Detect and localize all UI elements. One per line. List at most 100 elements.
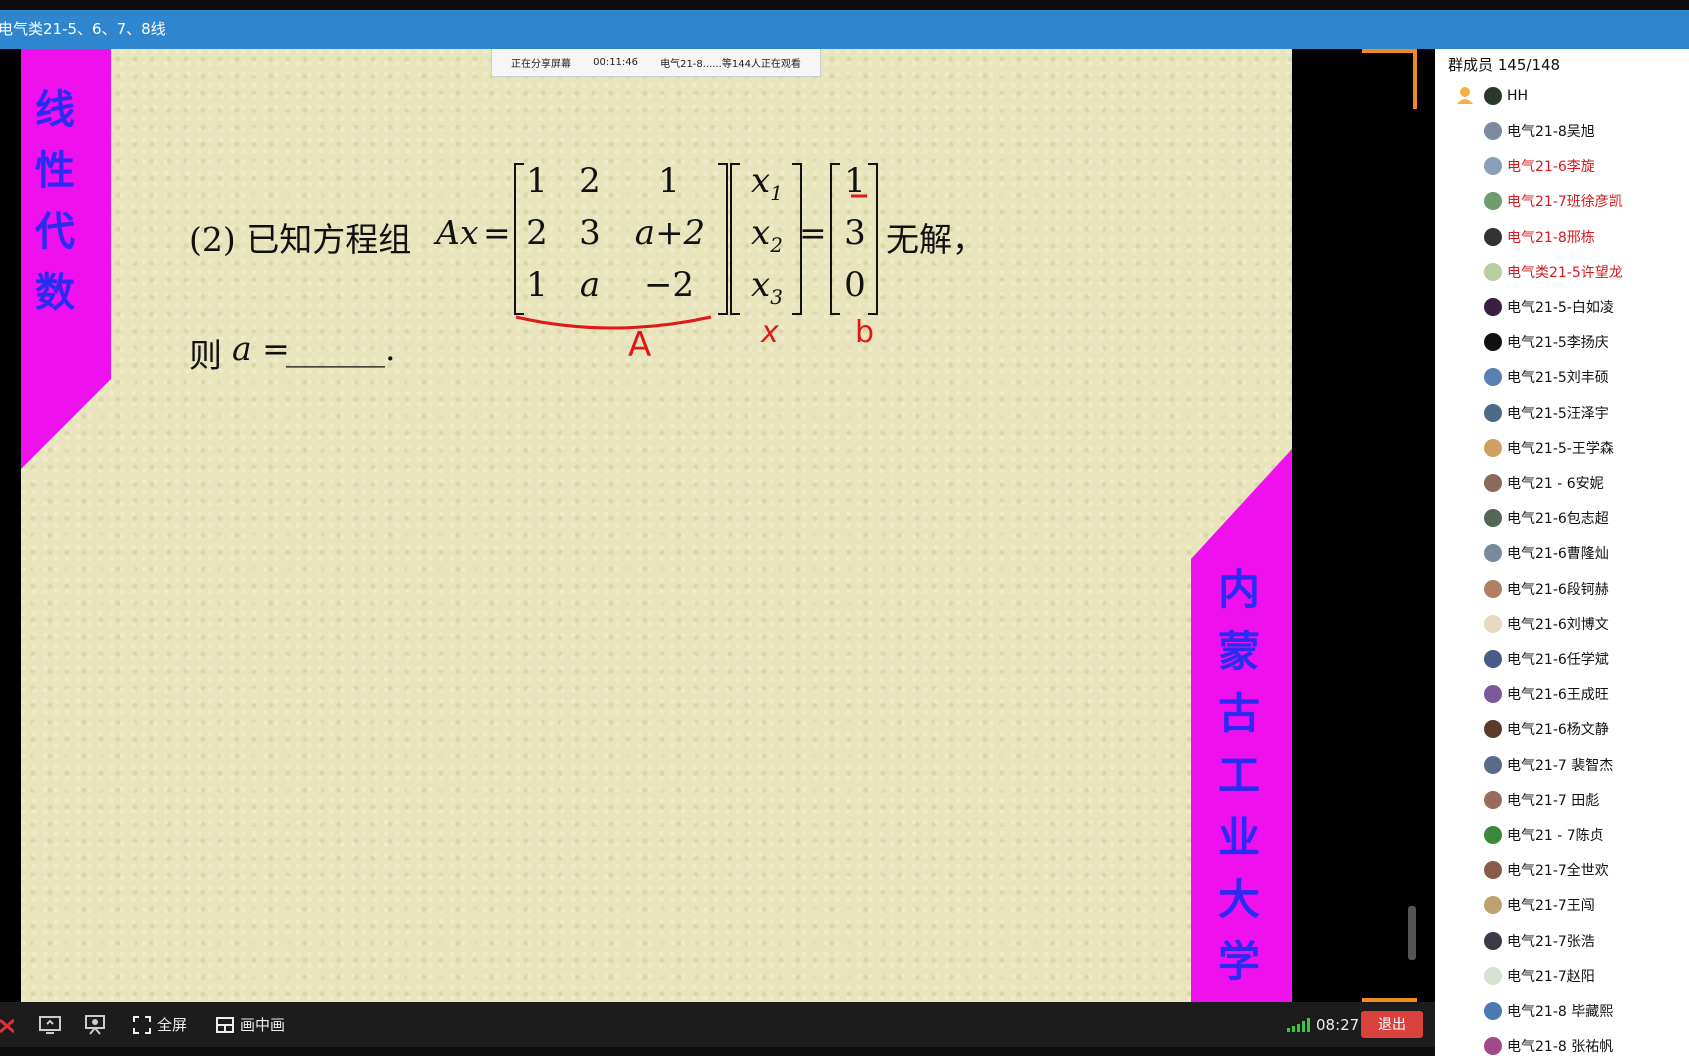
video-right-margin xyxy=(1292,49,1435,1002)
member-item[interactable]: 电气21-5汪泽宇 xyxy=(1484,398,1609,428)
avatar xyxy=(1484,650,1502,668)
member-item[interactable]: 电气21-8 张祐帆 xyxy=(1484,1031,1613,1056)
member-name: 电气21 - 6安妮 xyxy=(1507,476,1604,492)
member-name: 电气类21-5许望龙 xyxy=(1507,264,1623,281)
university-char: 大 xyxy=(1218,875,1261,924)
member-name: 电气21-6王成旺 xyxy=(1507,687,1609,704)
member-name: 电气21-5-白如凌 xyxy=(1507,300,1614,316)
university-char: 古 xyxy=(1218,689,1261,738)
avatar xyxy=(1484,790,1502,809)
member-name: HH xyxy=(1507,88,1529,104)
avatar xyxy=(1484,262,1502,281)
member-item[interactable]: 电气21-8邢栋 xyxy=(1484,222,1595,252)
member-item[interactable]: 电气21-5李扬庆 xyxy=(1484,327,1609,357)
university-char: 蒙 xyxy=(1218,627,1261,676)
member-item[interactable]: 电气21-6包志超 xyxy=(1484,503,1609,533)
avatar xyxy=(1484,157,1502,176)
member-item[interactable]: 电气21-5-白如凌 xyxy=(1484,292,1614,322)
university-char: 业 xyxy=(1218,813,1261,862)
avatar xyxy=(1484,826,1502,844)
member-name: 电气21-6段钶赫 xyxy=(1507,581,1609,598)
member-item[interactable]: 电气21-7赵阳 xyxy=(1484,961,1595,991)
member-item[interactable]: 电气21 - 7陈贞 xyxy=(1484,820,1604,850)
member-name: 电气21-6刘博文 xyxy=(1507,616,1609,633)
avatar xyxy=(1484,474,1502,492)
avatar xyxy=(1484,509,1502,528)
avatar xyxy=(1484,298,1502,316)
fullscreen-button[interactable]: 全屏 xyxy=(133,1002,187,1047)
presenter-icon[interactable] xyxy=(84,1002,106,1047)
member-name: 电气21-7班徐彦凯 xyxy=(1507,194,1623,211)
member-name: 电气21-6任学斌 xyxy=(1507,652,1609,668)
avatar xyxy=(1484,685,1502,704)
window-title-bar: 电气类21-5、6、7、8线 xyxy=(0,10,1689,49)
member-name: 电气21 - 7陈贞 xyxy=(1507,828,1604,844)
share-viewers: 电气21-8......等144人正在观看 xyxy=(660,59,801,70)
avatar xyxy=(1484,755,1502,774)
university-title-vertical: 内 蒙 古 工 业 大 学 xyxy=(1218,559,1260,993)
member-item[interactable]: 电气21-6任学斌 xyxy=(1484,644,1609,674)
avatar xyxy=(1484,403,1502,422)
orange-corner-top xyxy=(1362,49,1417,53)
member-name: 电气21-8 张祐帆 xyxy=(1507,1039,1614,1056)
member-item-owner[interactable]: HH xyxy=(1484,81,1528,111)
avatar xyxy=(1484,333,1502,352)
university-char: 内 xyxy=(1218,565,1261,614)
member-name: 电气21-5-王学森 xyxy=(1507,440,1614,457)
screen-share-icon[interactable] xyxy=(38,1002,62,1047)
member-name: 电气21-7 田彪 xyxy=(1507,792,1600,809)
annotation-x: x xyxy=(761,315,779,350)
university-char: 学 xyxy=(1218,937,1261,986)
avatar xyxy=(1484,614,1502,633)
clock-text: 08:27 xyxy=(1316,1015,1360,1034)
owner-icon xyxy=(1457,87,1473,104)
share-status: 正在分享屏幕 xyxy=(511,59,572,70)
member-name: 电气21-7 裴智杰 xyxy=(1507,757,1614,774)
panel-resize-handle[interactable] xyxy=(1408,906,1416,960)
avatar xyxy=(1484,896,1502,915)
member-item[interactable]: 电气21-6刘博文 xyxy=(1484,609,1609,639)
pip-icon xyxy=(216,1016,234,1033)
member-name: 电气21-6包志超 xyxy=(1507,511,1609,528)
member-item[interactable]: 电气21-7张浩 xyxy=(1484,926,1595,956)
member-item[interactable]: 电气21-6杨文静 xyxy=(1484,714,1609,744)
member-item[interactable]: 电气21-8吴旭 xyxy=(1484,116,1595,146)
member-name: 电气21-6李旋 xyxy=(1507,159,1595,176)
avatar xyxy=(1484,579,1502,598)
member-item[interactable]: 电气21-6李旋 xyxy=(1484,151,1595,181)
lecture-slide: 线 性 代 数 内 蒙 古 工 业 大 学 (2) 已知方程组 Ax = 1 2… xyxy=(21,49,1292,1002)
avatar xyxy=(1484,1002,1502,1020)
member-count-header: 群成员 145/148 xyxy=(1448,56,1561,74)
member-name: 电气21-7张浩 xyxy=(1507,933,1595,950)
avatar xyxy=(1484,122,1502,140)
member-item[interactable]: 电气21-6王成旺 xyxy=(1484,679,1609,709)
orange-corner-top-side xyxy=(1413,49,1417,109)
member-item[interactable]: 电气21-6曹隆灿 xyxy=(1484,538,1609,568)
member-name: 电气21-7王闯 xyxy=(1507,898,1595,915)
avatar xyxy=(1484,544,1502,563)
avatar xyxy=(1484,87,1502,105)
avatar xyxy=(1484,966,1502,985)
avatar xyxy=(1484,227,1502,246)
member-name: 电气21-7赵阳 xyxy=(1507,968,1595,985)
fullscreen-icon xyxy=(133,1015,151,1034)
member-item[interactable]: 电气21-5刘丰硕 xyxy=(1484,362,1609,392)
avatar xyxy=(1484,192,1502,211)
pip-button[interactable]: 画中画 xyxy=(216,1002,285,1047)
member-item[interactable]: 电气21-7 田彪 xyxy=(1484,785,1599,815)
member-item[interactable]: 电气21-5-王学森 xyxy=(1484,433,1614,463)
member-item[interactable]: 电气21 - 6安妮 xyxy=(1484,468,1604,498)
member-item[interactable]: 电气21-7王闯 xyxy=(1484,890,1595,920)
member-item[interactable]: 电气21-7全世欢 xyxy=(1484,855,1609,885)
member-item[interactable]: 电气21-7 裴智杰 xyxy=(1484,750,1613,780)
member-name: 电气21-8 毕藏熙 xyxy=(1507,1004,1614,1020)
annotation-a: A xyxy=(628,325,652,365)
mute-icon[interactable] xyxy=(0,1002,14,1047)
member-name: 电气21-5李扬庆 xyxy=(1507,335,1609,352)
member-item[interactable]: 电气类21-5许望龙 xyxy=(1484,257,1623,287)
exit-button[interactable]: 退出 xyxy=(1361,1011,1423,1038)
member-item[interactable]: 电气21-6段钶赫 xyxy=(1484,574,1609,604)
screen-share-banner: 正在分享屏幕 00:11:46 电气21-8......等144人正在观看 xyxy=(491,49,821,77)
member-item[interactable]: 电气21-7班徐彦凯 xyxy=(1484,186,1623,216)
member-item[interactable]: 电气21-8 毕藏熙 xyxy=(1484,996,1613,1026)
